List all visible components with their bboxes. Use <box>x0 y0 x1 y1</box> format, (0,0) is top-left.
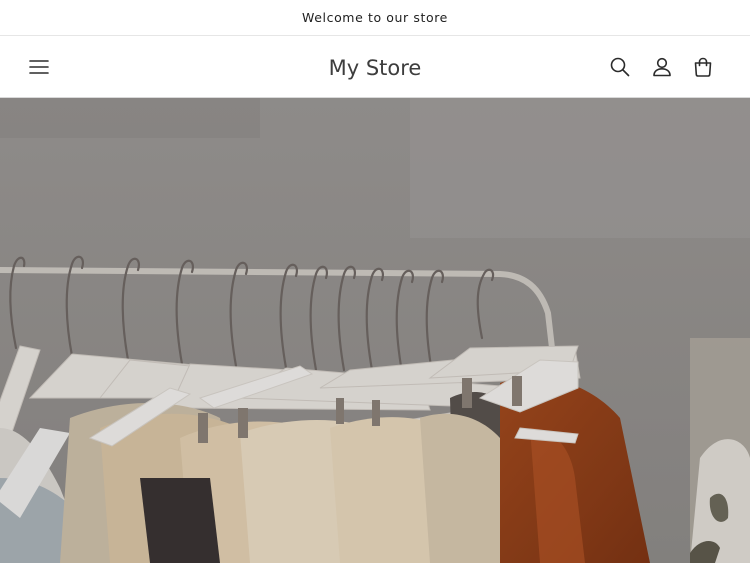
site-header: My Store <box>0 37 750 98</box>
hamburger-menu-icon <box>29 60 49 74</box>
account-icon <box>653 57 671 77</box>
announcement-text: Welcome to our store <box>302 10 448 25</box>
search-icon <box>610 57 630 77</box>
cart-icon <box>694 57 712 77</box>
account-button[interactable] <box>648 53 676 81</box>
store-logo-wrap: My Store <box>0 37 750 98</box>
cart-button[interactable] <box>689 53 717 81</box>
clothes-rack-image <box>0 98 750 563</box>
announcement-bar: Welcome to our store <box>0 0 750 36</box>
search-button[interactable] <box>606 53 634 81</box>
store-logo[interactable]: My Store <box>329 56 422 80</box>
menu-button[interactable] <box>26 54 52 80</box>
hero-banner <box>0 98 750 563</box>
